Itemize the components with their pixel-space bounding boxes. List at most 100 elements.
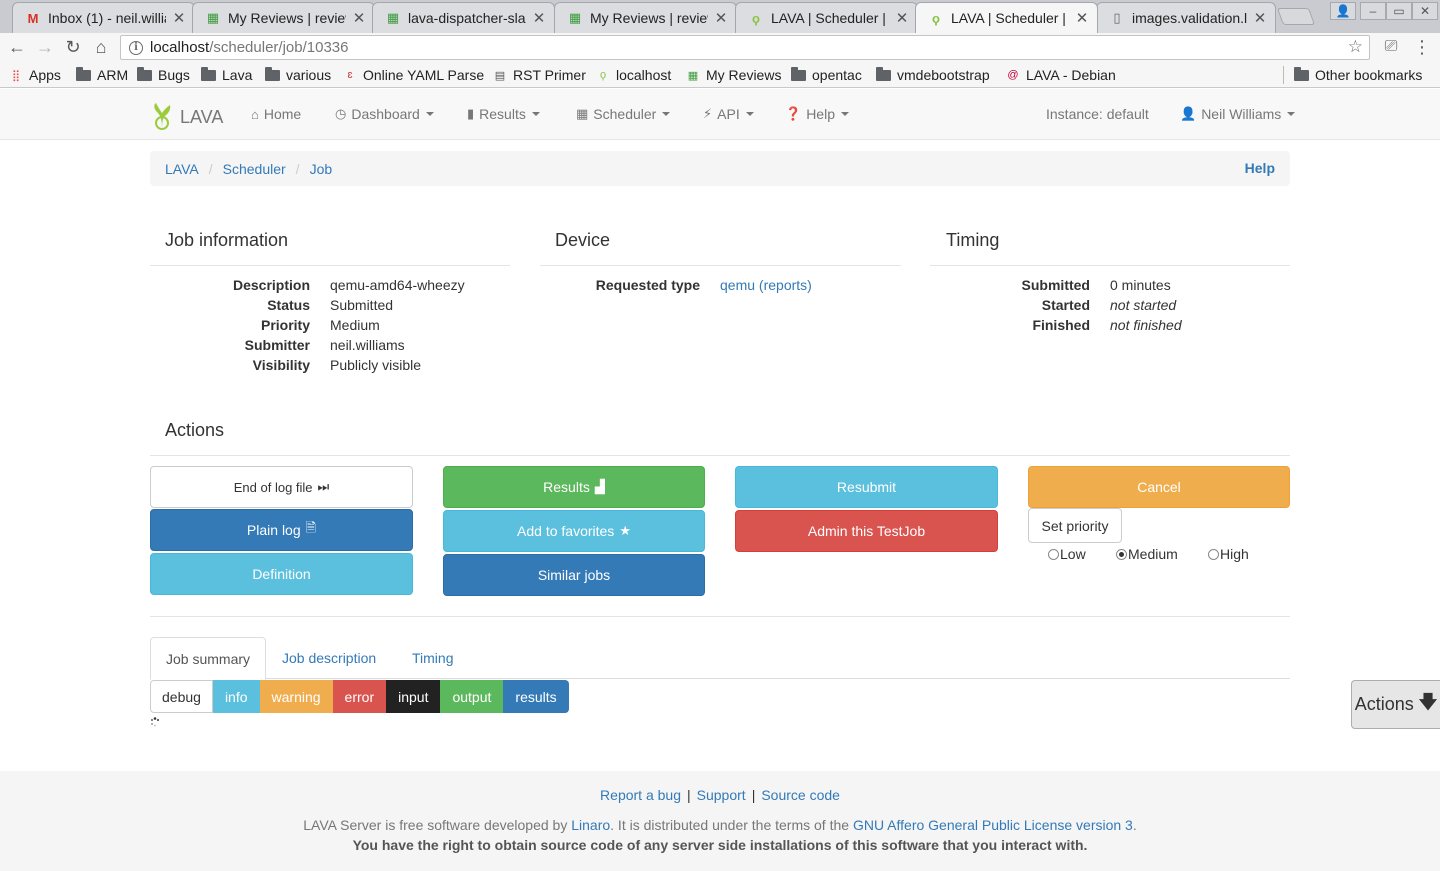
profile-icon[interactable]: 👤: [1330, 2, 1356, 20]
bookmark-label: Other bookmarks: [1315, 67, 1423, 83]
device-type-link[interactable]: qemu: [720, 277, 755, 293]
breadcrumb-job[interactable]: Job: [310, 161, 333, 177]
maximize-button[interactable]: ▭: [1386, 2, 1412, 20]
minimize-button[interactable]: ‒: [1360, 2, 1386, 20]
started-label: Started: [1041, 297, 1090, 313]
definition-button[interactable]: Definition: [150, 553, 413, 595]
bookmark-folder-other[interactable]: Other bookmarks: [1294, 66, 1422, 84]
report-bug-link[interactable]: Report a bug: [600, 787, 681, 803]
floating-actions-button[interactable]: Actions 🡇: [1351, 680, 1440, 729]
brand-text: LAVA: [180, 106, 224, 127]
nav-home[interactable]: ⌂ Home: [251, 106, 301, 122]
priority-high-option[interactable]: High: [1208, 546, 1249, 562]
close-icon[interactable]: ✕: [172, 9, 186, 27]
browser-tab[interactable]: ▦ My Reviews | review ✕: [554, 2, 737, 33]
filter-results[interactable]: results: [503, 680, 569, 713]
bookmark-folder[interactable]: Bugs: [137, 66, 190, 84]
status-label: Status: [267, 297, 310, 313]
user-menu[interactable]: 👤 Neil Williams: [1180, 106, 1296, 122]
close-window-button[interactable]: ✕: [1412, 2, 1438, 20]
end-of-log-button[interactable]: End of log file ⏭: [150, 466, 413, 508]
priority-low-option[interactable]: Low: [1048, 546, 1086, 562]
back-arrow-icon[interactable]: ←: [6, 36, 28, 58]
menu-dots-icon[interactable]: ⋮: [1411, 36, 1433, 58]
browser-tab[interactable]: ▦ My Reviews | review ✕: [192, 2, 375, 33]
help-link[interactable]: Help: [1245, 160, 1275, 176]
bookmark-apps[interactable]: ⣿ Apps: [9, 66, 61, 84]
nav-scheduler[interactable]: ▦ Scheduler: [576, 106, 671, 122]
bookmark-star-icon[interactable]: ☆: [1348, 37, 1363, 57]
new-tab-button[interactable]: [1276, 8, 1316, 25]
cast-icon[interactable]: ⎚: [1380, 36, 1402, 58]
results-button[interactable]: Results ▟: [443, 466, 705, 508]
filter-info[interactable]: info: [212, 680, 260, 713]
results-label: Results: [543, 479, 590, 495]
caret-down-icon: [662, 112, 671, 116]
nav-dashboard[interactable]: ◷ Dashboard: [335, 106, 434, 122]
filter-error[interactable]: error: [332, 680, 387, 713]
add-to-favorites-button[interactable]: Add to favorites ★: [443, 510, 705, 552]
browser-tab[interactable]: ϙ LAVA | Scheduler | ✕: [735, 2, 918, 33]
admin-testjob-button[interactable]: Admin this TestJob: [735, 510, 998, 552]
nav-api[interactable]: ⚡ API: [703, 106, 754, 122]
description-value: qemu-amd64-wheezy: [330, 277, 465, 293]
user-name: Neil Williams: [1201, 106, 1282, 122]
bookmark-folder[interactable]: vmdebootstrap: [876, 66, 990, 84]
filter-output[interactable]: output: [440, 680, 504, 713]
bookmark-link[interactable]: @ LAVA - Debian: [1006, 66, 1115, 84]
browser-tab-active[interactable]: ϙ LAVA | Scheduler | ✕: [915, 2, 1098, 33]
set-priority-button[interactable]: Set priority: [1028, 508, 1122, 543]
radio-button[interactable]: [1208, 548, 1219, 560]
info-icon[interactable]: i: [129, 40, 143, 55]
loading-spinner-icon: [150, 717, 160, 727]
radio-button-checked[interactable]: [1116, 548, 1127, 560]
license-link[interactable]: GNU Affero General Public License versio…: [853, 817, 1133, 833]
browser-tab[interactable]: ▯ images.validation.l ✕: [1096, 2, 1276, 33]
resubmit-button[interactable]: Resubmit: [735, 466, 998, 508]
home-icon[interactable]: ⌂: [90, 36, 112, 58]
bookmark-link[interactable]: ϙ localhost: [596, 66, 671, 84]
browser-tab[interactable]: M Inbox (1) - neil.willia ✕: [12, 2, 195, 33]
forward-arrow-icon[interactable]: →: [34, 36, 56, 58]
bookmark-link[interactable]: ɛ Online YAML Parse: [343, 66, 484, 84]
browser-tab-title: LAVA | Scheduler |: [771, 10, 886, 26]
linaro-link[interactable]: Linaro: [571, 817, 610, 833]
tab-timing[interactable]: Timing: [397, 637, 469, 679]
breadcrumb-scheduler[interactable]: Scheduler: [223, 161, 286, 177]
close-icon[interactable]: ✕: [1253, 9, 1267, 27]
status-value: Submitted: [330, 297, 394, 313]
brand-link[interactable]: LAVA: [150, 101, 223, 133]
bookmark-folder[interactable]: ARM: [76, 66, 128, 84]
close-icon[interactable]: ✕: [714, 9, 728, 27]
radio-button[interactable]: [1048, 548, 1059, 560]
priority-medium-option[interactable]: Medium: [1116, 546, 1178, 562]
bookmark-link[interactable]: ▤ RST Primer: [493, 66, 586, 84]
close-icon[interactable]: ✕: [1075, 9, 1089, 27]
plain-log-button[interactable]: Plain log 🗎: [150, 509, 413, 551]
nav-help[interactable]: ❓ Help: [785, 106, 849, 122]
cancel-button[interactable]: Cancel: [1028, 466, 1290, 508]
filter-warning[interactable]: warning: [259, 680, 333, 713]
filter-debug[interactable]: debug: [150, 680, 213, 713]
support-link[interactable]: Support: [697, 787, 746, 803]
nav-results[interactable]: ▮ Results: [467, 106, 540, 122]
reload-icon[interactable]: ↻: [62, 36, 84, 58]
source-code-link[interactable]: Source code: [761, 787, 840, 803]
filter-input[interactable]: input: [386, 680, 441, 713]
bookmark-folder[interactable]: opentac: [791, 66, 862, 84]
breadcrumb-separator: /: [208, 160, 213, 177]
bookmark-folder[interactable]: Lava: [201, 66, 252, 84]
breadcrumb-lava[interactable]: LAVA: [165, 161, 199, 177]
similar-jobs-button[interactable]: Similar jobs: [443, 554, 705, 596]
address-bar[interactable]: i localhost/scheduler/job/10336 ☆: [120, 35, 1370, 60]
bookmark-folder[interactable]: various: [265, 66, 331, 84]
bookmark-link[interactable]: ▦ My Reviews: [686, 66, 782, 84]
reports-link[interactable]: (reports): [759, 277, 812, 293]
tab-job-description[interactable]: Job description: [267, 637, 391, 679]
close-icon[interactable]: ✕: [532, 9, 546, 27]
close-icon[interactable]: ✕: [352, 9, 366, 27]
tab-job-summary[interactable]: Job summary: [150, 637, 267, 680]
question-circle-icon: ❓: [785, 106, 802, 121]
browser-tab[interactable]: ▦ lava-dispatcher-sla ✕: [372, 2, 555, 33]
close-icon[interactable]: ✕: [895, 9, 909, 27]
